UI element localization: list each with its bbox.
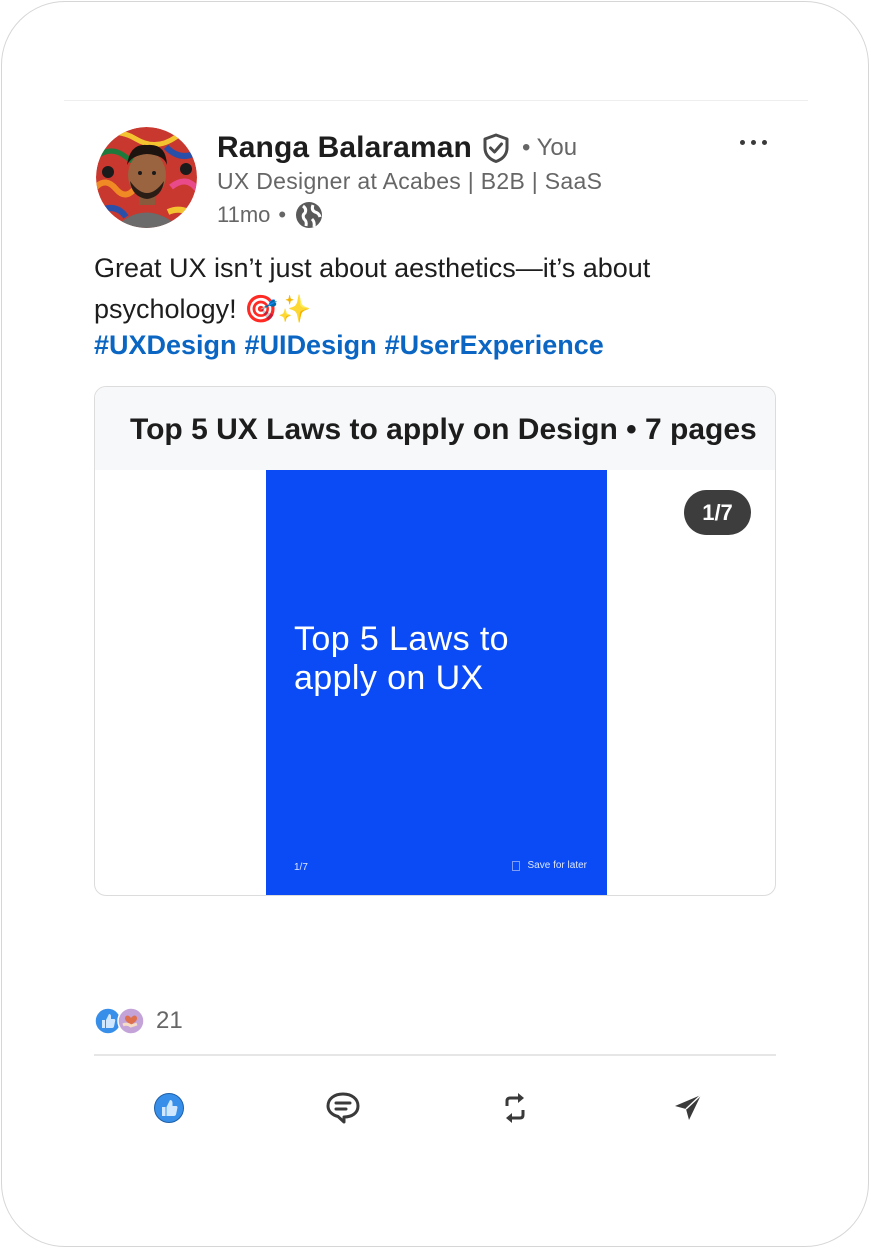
comment-button[interactable] xyxy=(325,1090,361,1126)
author-name[interactable]: Ranga Balaraman xyxy=(217,131,472,165)
page-counter: 1/7 xyxy=(684,490,751,535)
more-options-button[interactable] xyxy=(728,128,778,156)
slide-title: Top 5 Laws to apply on UX xyxy=(294,620,509,697)
dot xyxy=(761,139,767,145)
document-title: Top 5 UX Laws to apply on Design • 7 pag… xyxy=(130,413,757,446)
document-card[interactable]: Top 5 UX Laws to apply on Design • 7 pag… xyxy=(94,386,776,896)
reactions-summary[interactable]: 21 xyxy=(94,1006,183,1036)
send-button[interactable] xyxy=(670,1090,706,1126)
avatar[interactable] xyxy=(96,127,197,228)
author-row: Ranga Balaraman • You xyxy=(217,128,577,168)
post-text: Great UX isn’t just about aesthetics—it’… xyxy=(94,253,651,324)
top-divider xyxy=(64,100,808,101)
slide-page-label: 1/7 xyxy=(294,862,308,873)
connection-label: • You xyxy=(521,134,578,161)
repost-button[interactable] xyxy=(497,1090,533,1126)
document-header: Top 5 UX Laws to apply on Design • 7 pag… xyxy=(95,387,775,470)
author-headline: UX Designer at Acabes | B2B | SaaS xyxy=(217,168,603,194)
hashtag-link[interactable]: #UserExperience xyxy=(385,330,604,361)
reaction-icons xyxy=(94,1006,150,1036)
action-bar xyxy=(94,1082,776,1134)
slide-save-for-later: Save for later xyxy=(511,860,587,871)
dot xyxy=(750,139,756,145)
hashtag-link[interactable]: #UIDesign xyxy=(245,330,377,361)
slide-save-label: Save for later xyxy=(527,860,587,871)
dot xyxy=(739,139,745,145)
comment-icon xyxy=(325,1091,361,1125)
actions-divider xyxy=(94,1054,776,1056)
reaction-count: 21 xyxy=(156,1007,183,1034)
verified-shield-icon[interactable] xyxy=(482,133,510,163)
globe-icon xyxy=(294,200,324,230)
hashtags: #UXDesign #UIDesign #UserExperience xyxy=(94,330,604,361)
like-icon xyxy=(153,1092,185,1124)
love-icon xyxy=(117,1007,145,1040)
post-meta: 11mo • xyxy=(217,200,324,230)
bookmark-icon xyxy=(511,860,520,871)
meta-separator: • xyxy=(278,202,287,227)
hashtag-link[interactable]: #UXDesign xyxy=(94,330,237,361)
send-icon xyxy=(672,1092,704,1124)
document-page[interactable]: Top 5 Laws to apply on UX 1/7 Save for l… xyxy=(266,470,607,895)
repost-icon xyxy=(499,1091,531,1125)
post-time: 11mo xyxy=(217,202,271,227)
like-button[interactable] xyxy=(151,1090,187,1126)
